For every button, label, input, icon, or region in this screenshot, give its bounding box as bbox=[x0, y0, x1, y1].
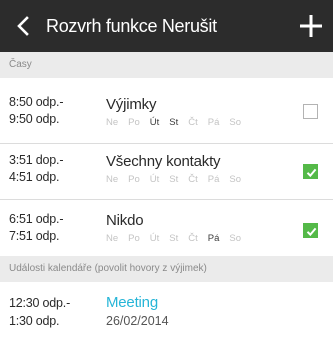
schedule-end-time: 9:50 odp. bbox=[9, 112, 60, 126]
event-date: 26/02/2014 bbox=[106, 314, 169, 328]
schedule-name: Nikdo bbox=[106, 212, 144, 229]
day-label: Ne bbox=[106, 233, 119, 244]
day-label: St bbox=[169, 117, 179, 128]
schedule-row[interactable]: 3:51 dop.- 4:51 odp. Všechny kontakty Ne… bbox=[0, 144, 333, 200]
calendar-event-row[interactable]: 12:30 odp.- 1:30 odp. Meeting 26/02/2014 bbox=[0, 282, 333, 355]
section-header-calendar: Události kalendáře (povolit hovory z výj… bbox=[0, 256, 333, 282]
schedule-end-time: 4:51 odp. bbox=[9, 170, 60, 184]
schedule-start-time: 3:51 dop.- bbox=[9, 153, 64, 167]
action-bar: Rozvrh funkce Nerušit bbox=[0, 0, 333, 52]
schedule-end-time: 7:51 odp. bbox=[9, 229, 60, 243]
day-label: Čt bbox=[188, 117, 198, 128]
schedule-row[interactable]: 6:51 odp.- 7:51 odp. Nikdo Ne Po Út St Čt Pá S… bbox=[0, 200, 333, 256]
checkmark-icon bbox=[306, 227, 317, 237]
day-label: Ne bbox=[106, 117, 119, 128]
day-label: Po bbox=[128, 233, 140, 244]
schedule-days: Ne Po Út St Čt Pá So bbox=[106, 233, 251, 245]
day-label: Pá bbox=[207, 117, 220, 128]
day-label: Po bbox=[128, 117, 140, 128]
schedule-name: Všechny kontakty bbox=[106, 153, 221, 170]
day-label: Pá bbox=[207, 174, 220, 185]
day-label: So bbox=[229, 117, 242, 128]
day-label: So bbox=[229, 233, 242, 244]
day-label: Čt bbox=[188, 174, 198, 185]
day-label: Út bbox=[149, 174, 160, 185]
schedule-checkbox[interactable] bbox=[303, 104, 318, 119]
event-name: Meeting bbox=[106, 294, 158, 311]
schedule-days: Ne Po Út St Čt Pá So bbox=[106, 174, 251, 186]
schedule-row[interactable]: 8:50 odp.- 9:50 odp. Výjimky Ne Po Út St Čt P… bbox=[0, 78, 333, 144]
schedule-checkbox[interactable] bbox=[303, 223, 318, 238]
schedule-days: Ne Po Út St Čt Pá So bbox=[106, 117, 251, 129]
schedule-name: Výjimky bbox=[106, 96, 157, 113]
event-end-time: 1:30 odp. bbox=[9, 314, 60, 328]
schedule-start-time: 6:51 odp.- bbox=[9, 212, 64, 226]
day-label: Ne bbox=[106, 174, 119, 185]
section-header-times: Časy bbox=[0, 52, 333, 78]
day-label: So bbox=[229, 174, 242, 185]
plus-icon[interactable] bbox=[298, 13, 324, 39]
day-label: Pá bbox=[207, 233, 220, 244]
event-start-time: 12:30 odp.- bbox=[9, 296, 71, 310]
chevron-left-icon[interactable] bbox=[12, 14, 36, 38]
page-title: Rozvrh funkce Nerušit bbox=[46, 16, 217, 36]
day-label: Út bbox=[149, 117, 160, 128]
day-label: St bbox=[169, 174, 179, 185]
day-label: Út bbox=[149, 233, 160, 244]
day-label: Čt bbox=[188, 233, 198, 244]
schedule-start-time: 8:50 odp.- bbox=[9, 95, 64, 109]
schedule-checkbox[interactable] bbox=[303, 164, 318, 179]
checkmark-icon bbox=[306, 168, 317, 178]
day-label: Po bbox=[128, 174, 140, 185]
day-label: St bbox=[169, 233, 179, 244]
